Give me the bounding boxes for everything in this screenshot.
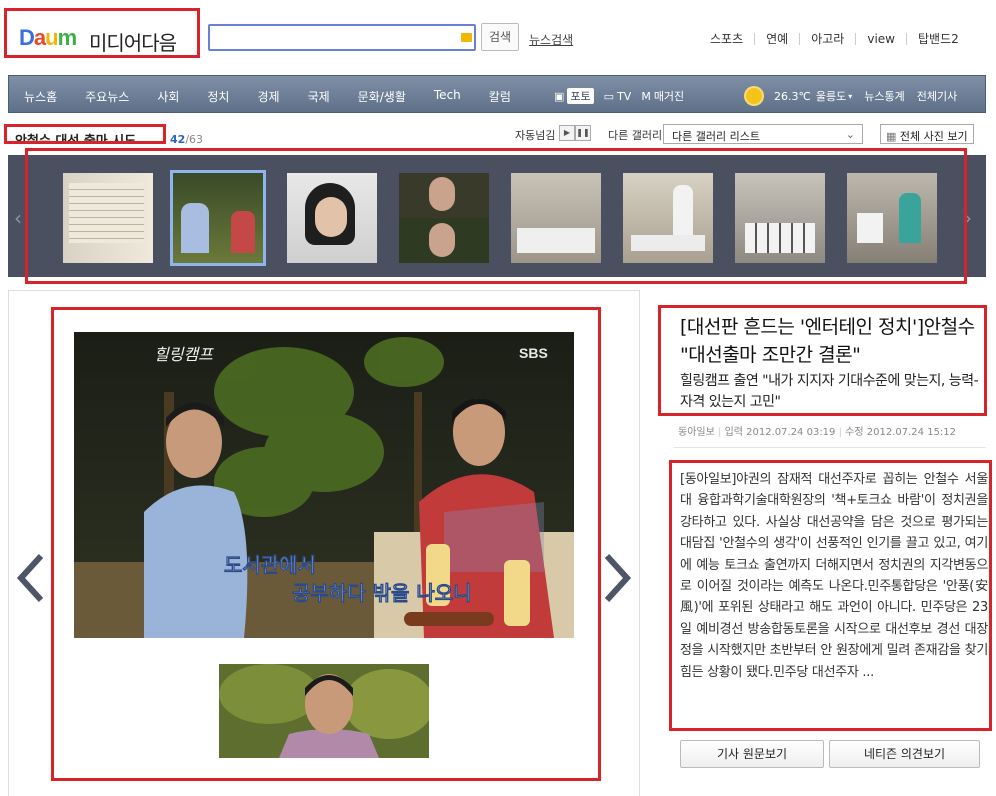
thumbnail-highlight-box bbox=[25, 148, 967, 284]
top-link-agora[interactable]: 아고라 bbox=[799, 33, 855, 45]
news-search-link[interactable]: 뉴스검색 bbox=[529, 31, 573, 48]
autoplay-label: 자동넘김 bbox=[515, 129, 556, 142]
divider bbox=[674, 447, 986, 448]
top-link-entertainment[interactable]: 연예 bbox=[754, 33, 799, 45]
input-time: 2012.07.24 03:19 bbox=[746, 427, 836, 438]
weather-sun-icon bbox=[746, 88, 762, 104]
article-source[interactable]: 동아일보 bbox=[678, 427, 715, 438]
main-photo-highlight-box bbox=[51, 307, 601, 781]
nav-economy[interactable]: 경제 bbox=[257, 88, 279, 105]
search-dropdown-icon[interactable] bbox=[461, 33, 472, 42]
next-photo-arrow-icon[interactable] bbox=[602, 553, 632, 603]
daum-logo[interactable]: Daum bbox=[19, 25, 77, 51]
top-links: 스포츠 연예 아고라 view 탑밴드2 bbox=[710, 33, 970, 45]
nav-culture[interactable]: 문화/생활 bbox=[358, 88, 406, 105]
prev-photo-arrow-icon[interactable] bbox=[16, 553, 46, 603]
nav-international[interactable]: 국제 bbox=[308, 88, 330, 105]
other-gallery-select[interactable]: 다른 갤러리 리스트 ⌄ bbox=[663, 124, 863, 144]
grid-icon: ▦ bbox=[886, 130, 897, 143]
weather-temp: 26.3℃ bbox=[774, 89, 811, 103]
strip-prev-arrow-icon[interactable]: ‹ bbox=[14, 206, 22, 230]
nav-top-news[interactable]: 주요뉴스 bbox=[85, 88, 129, 105]
search-input[interactable] bbox=[208, 24, 476, 51]
article-meta: 동아일보 | 입력 2012.07.24 03:19 | 수정 2012.07.… bbox=[678, 427, 957, 438]
nav-column[interactable]: 칼럼 bbox=[489, 88, 511, 105]
photo-icon: ▣ bbox=[554, 89, 565, 103]
body-highlight-box bbox=[669, 460, 992, 731]
nav-tv[interactable]: TV bbox=[617, 90, 631, 103]
gallery-title-box: 안철수 대선 출마 시도 bbox=[4, 124, 166, 144]
all-photos-button[interactable]: ▦ 전체 사진 보기 bbox=[880, 124, 974, 144]
headline-highlight-box bbox=[658, 305, 987, 416]
nav-politics[interactable]: 정치 bbox=[207, 88, 229, 105]
pause-button[interactable]: ❚❚ bbox=[575, 125, 591, 141]
nav-news-stats[interactable]: 뉴스통계 bbox=[864, 88, 904, 104]
photo-counter: 42/63 bbox=[170, 133, 204, 146]
edit-time: 2012.07.24 15:12 bbox=[866, 427, 957, 438]
nav-society[interactable]: 사회 bbox=[157, 88, 179, 105]
nav-tech[interactable]: Tech bbox=[434, 88, 461, 105]
other-gallery-label: 다른 갤러리 bbox=[608, 129, 663, 142]
view-comments-button[interactable]: 네티즌 의견보기 bbox=[829, 740, 980, 768]
main-nav: 뉴스홈 주요뉴스 사회 정치 경제 국제 문화/생활 Tech 칼럼 ▣ 포토 … bbox=[8, 75, 986, 113]
nav-news-home[interactable]: 뉴스홈 bbox=[24, 88, 57, 105]
top-link-view[interactable]: view bbox=[855, 33, 906, 45]
nav-all-articles[interactable]: 전체기사 bbox=[917, 88, 957, 104]
tv-icon: ▭ bbox=[603, 89, 615, 103]
top-link-topband[interactable]: 탑밴드2 bbox=[905, 33, 970, 45]
nav-photo[interactable]: 포토 bbox=[567, 88, 594, 104]
top-link-sports[interactable]: 스포츠 bbox=[710, 33, 754, 45]
magazine-icon: M bbox=[641, 89, 651, 103]
gallery-title: 안철수 대선 출마 시도 bbox=[15, 134, 137, 144]
view-original-article-button[interactable]: 기사 원문보기 bbox=[680, 740, 824, 768]
search-button[interactable]: 검색 bbox=[481, 23, 519, 51]
nav-magazine[interactable]: 매거진 bbox=[654, 88, 684, 104]
play-button[interactable]: ▶ bbox=[559, 125, 575, 141]
chevron-down-icon[interactable]: ▾ bbox=[848, 92, 852, 101]
weather-region[interactable]: 울릉도 bbox=[816, 88, 846, 104]
media-daum-title: 미디어다음 bbox=[89, 31, 177, 55]
chevron-down-icon: ⌄ bbox=[845, 128, 855, 141]
daum-logo-box[interactable]: Daum 미디어다음 bbox=[4, 8, 200, 58]
